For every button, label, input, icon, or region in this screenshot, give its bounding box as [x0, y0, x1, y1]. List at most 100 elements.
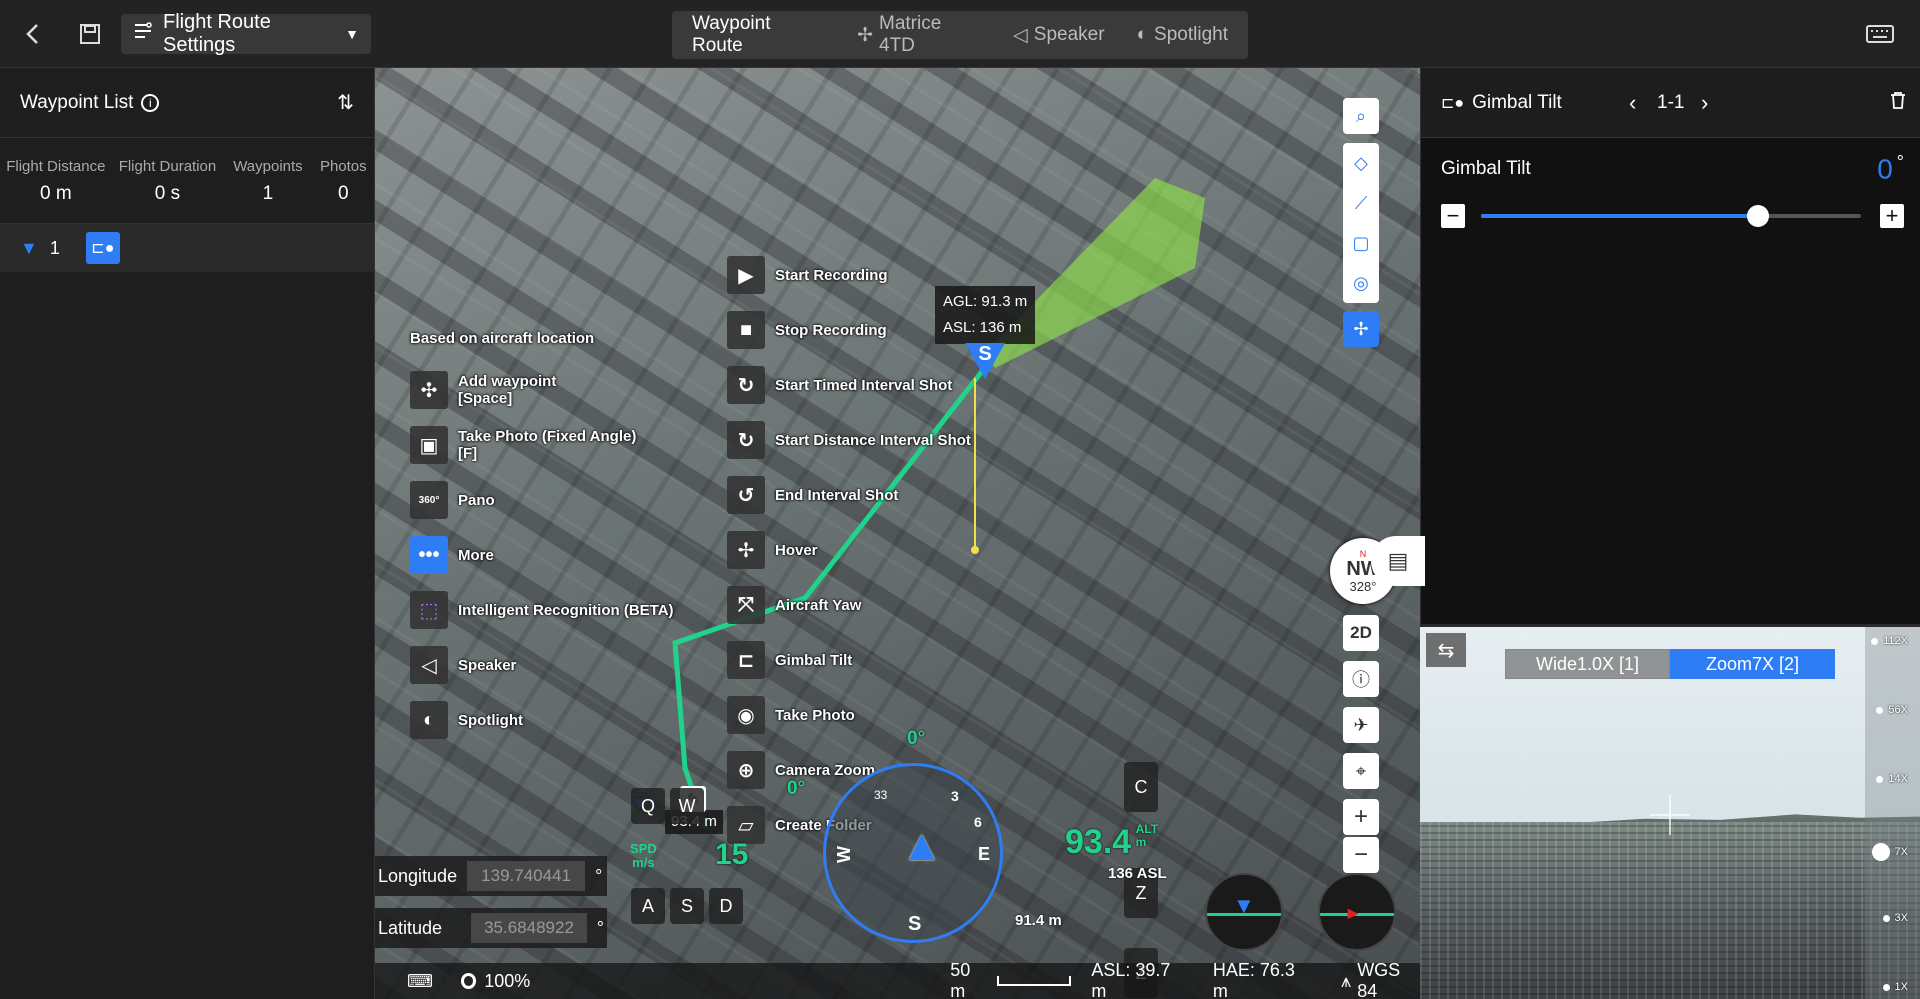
latitude-input[interactable]: 35.6848922: [471, 913, 587, 943]
map-info-icon[interactable]: ⓘ: [1343, 661, 1379, 697]
chat-bubble-icon[interactable]: ▤: [1371, 536, 1425, 586]
zoom-mark-3x[interactable]: 3X: [1882, 912, 1908, 924]
action-stop-recording[interactable]: ■ Stop Recording: [727, 311, 887, 349]
zoom-mark-7x[interactable]: 7X: [1871, 843, 1908, 861]
asl-status: ASL: 39.7 m: [1091, 960, 1171, 999]
waypoint-list-header: Waypoint List i ⇅: [0, 68, 374, 138]
compass-s: S: [908, 913, 922, 935]
waypoint-list-panel: Waypoint List i ⇅ Flight Distance 0 m Fl…: [0, 68, 375, 999]
route-settings-label: Flight Route Settings: [163, 11, 271, 56]
drone-icon: ✢: [857, 24, 873, 46]
distance-interval-icon: ↻: [727, 421, 765, 459]
menu-take-photo-fixed[interactable]: ▣ Take Photo (Fixed Angle) [F]: [410, 426, 636, 464]
increase-button[interactable]: +: [1880, 203, 1904, 228]
action-distance-interval[interactable]: ↻ Start Distance Interval Shot: [727, 421, 971, 459]
compass-6: 6: [974, 814, 982, 830]
waypoint-row[interactable]: ▼ 1 ⊏●: [0, 224, 374, 272]
camera-f-icon: ▣: [410, 426, 448, 464]
key-a[interactable]: A: [631, 888, 665, 924]
tab-speaker[interactable]: ◁ Speaker: [1001, 17, 1116, 53]
zoom-percent: 100%: [484, 970, 531, 991]
keyboard-small-icon[interactable]: ⌨: [407, 971, 433, 992]
line-draw-icon[interactable]: ⟋: [1355, 193, 1368, 214]
area-draw-icon[interactable]: ▢: [1352, 233, 1369, 254]
key-s[interactable]: S: [670, 888, 704, 924]
key-q[interactable]: Q: [631, 788, 665, 824]
altitude-tooltip: AGL: 91.3 m ASL: 136 m: [935, 286, 1036, 344]
menu-add-waypoint[interactable]: ✣ Add waypoint [Space]: [410, 371, 556, 409]
datum: WGS 84: [1357, 960, 1401, 999]
add-route-icon[interactable]: ✢: [1343, 311, 1379, 347]
gimbal-tilt-icon: ⊏: [727, 641, 765, 679]
key-c[interactable]: C: [1124, 762, 1158, 812]
gimbal-angle-top: 0°: [907, 728, 926, 749]
menu-speaker[interactable]: ◁ Speaker: [410, 646, 516, 684]
locate-me-icon[interactable]: ⌖: [1343, 753, 1379, 789]
gimbal-tilt-label: Gimbal Tilt: [1441, 158, 1531, 179]
action-timed-interval[interactable]: ↻ Start Timed Interval Shot: [727, 366, 952, 404]
tab-waypoint-route[interactable]: Waypoint Route: [680, 13, 837, 56]
speed-value: 15: [715, 838, 749, 871]
menu-intelligent-recognition[interactable]: ⬚ Intelligent Recognition (BETA): [410, 591, 674, 629]
key-d[interactable]: D: [709, 888, 743, 924]
menu-pano[interactable]: 360° Pano: [410, 481, 495, 519]
compass-north-letter: N: [1359, 548, 1367, 559]
delete-icon[interactable]: [1890, 91, 1906, 115]
action-end-interval[interactable]: ↺ End Interval Shot: [727, 476, 898, 514]
zoom-in-button[interactable]: +: [1343, 799, 1379, 835]
back-icon[interactable]: [14, 14, 50, 54]
tab-matrice-4td[interactable]: ✢ Matrice 4TD: [845, 13, 993, 56]
aircraft-locate-icon[interactable]: ✈: [1343, 707, 1379, 743]
prev-action-icon[interactable]: ‹: [1629, 90, 1636, 116]
map-view[interactable]: AGL: 91.3 m ASL: 136 m S Based on aircra…: [375, 68, 1420, 999]
zoom-mark-112x[interactable]: 112X: [1871, 635, 1908, 647]
more-dots-icon: •••: [410, 536, 448, 574]
gimbal-tilt-action-icon[interactable]: ⊏●: [85, 232, 120, 264]
save-icon[interactable]: [72, 14, 108, 54]
gimbal-tilt-value[interactable]: 0 °: [1877, 152, 1904, 185]
decrease-button[interactable]: −: [1441, 203, 1465, 228]
stat-flight-duration: Flight Duration 0 s: [118, 158, 217, 204]
lens-tab-zoom[interactable]: Zoom7X [2]: [1670, 649, 1835, 679]
lens-tab-wide[interactable]: Wide1.0X [1]: [1505, 649, 1670, 679]
circle-draw-icon[interactable]: ◎: [1353, 273, 1369, 294]
next-action-icon[interactable]: ›: [1701, 90, 1708, 116]
key-w[interactable]: W: [670, 788, 704, 824]
view-2d-button[interactable]: 2D: [1343, 615, 1379, 651]
altitude-readout: 93.4 ALT m: [1065, 822, 1159, 862]
menu-spotlight[interactable]: ◐ Spotlight: [410, 701, 523, 739]
action-start-recording[interactable]: ▶ Start Recording: [727, 256, 888, 294]
zoom-scale[interactable]: 112X 56X 14X 7X 3X 1X: [1865, 627, 1920, 999]
gimbal-tilt-slider[interactable]: [1481, 205, 1861, 227]
stat-waypoints: Waypoints 1: [233, 158, 303, 204]
zoom-mark-1x[interactable]: 1X: [1882, 981, 1908, 993]
camera-icon: ◉: [727, 696, 765, 734]
zoom-mark-56x[interactable]: 56X: [1876, 704, 1908, 716]
info-icon[interactable]: i: [141, 93, 160, 112]
gimbal-tilt-header-icon: ⊏●: [1441, 94, 1465, 112]
mode-tabs: Waypoint Route ✢ Matrice 4TD ◁ Speaker ◐ Sp…: [672, 11, 1248, 59]
zoom-out-button[interactable]: −: [1343, 837, 1379, 873]
camera-preview[interactable]: ⇆ Wide1.0X [1] Zoom7X [2] 112X 56X 14X 7…: [1420, 624, 1920, 999]
lens-tabs: Wide1.0X [1] Zoom7X [2]: [1505, 649, 1835, 679]
action-gimbal-tilt[interactable]: ⊏ Gimbal Tilt: [727, 641, 852, 679]
swap-view-icon[interactable]: ⇆: [1426, 633, 1466, 667]
compass-degrees: 328°: [1349, 578, 1377, 594]
longitude-input[interactable]: 139.740441: [467, 861, 586, 891]
map-search-icon[interactable]: ⌕: [1343, 98, 1379, 134]
tab-spotlight[interactable]: ◐ Spotlight: [1125, 17, 1240, 53]
menu-more[interactable]: ••• More: [410, 536, 494, 574]
keyboard-icon[interactable]: [1860, 14, 1900, 54]
reorder-icon[interactable]: ⇅: [337, 90, 354, 115]
map-draw-toolbar: ◇ ⟋ ▢ ◎: [1343, 143, 1379, 303]
action-hover[interactable]: ✢ Hover: [727, 531, 818, 569]
slider-thumb[interactable]: [1747, 205, 1770, 227]
zoom-mark-14x[interactable]: 14X: [1876, 773, 1908, 785]
speed-label: SPD m/s: [630, 841, 657, 870]
longitude-box: Longitude 139.740441 °: [375, 856, 607, 896]
action-aircraft-yaw[interactable]: ⤧ Aircraft Yaw: [727, 586, 861, 624]
flight-route-settings-button[interactable]: Flight Route Settings ▼: [121, 11, 371, 56]
pin-draw-icon[interactable]: ◇: [1354, 153, 1368, 174]
action-take-photo[interactable]: ◉ Take Photo: [727, 696, 855, 734]
stat-flight-distance: Flight Distance 0 m: [6, 158, 106, 204]
